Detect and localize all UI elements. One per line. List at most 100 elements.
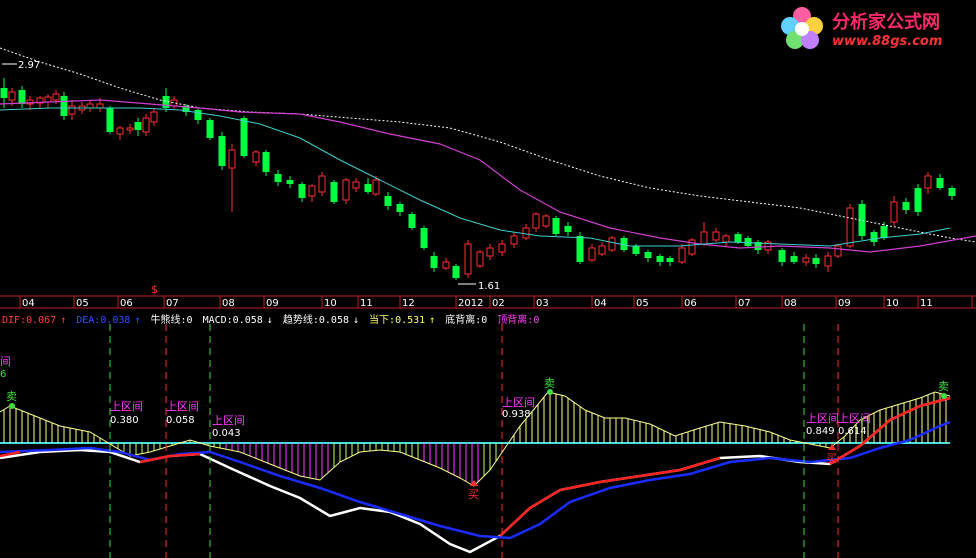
- price-low-label: 1.61: [478, 281, 500, 292]
- candle-body-down: [778, 250, 786, 262]
- sell-dot: [9, 403, 15, 409]
- candle-body-down: [0, 88, 8, 98]
- candle-body-up: [372, 179, 380, 195]
- candle-body-up: [598, 245, 606, 255]
- candle-body-up: [700, 231, 708, 245]
- candle-body-down: [420, 228, 428, 248]
- buy-label: 买: [468, 488, 479, 501]
- sell-label: 卖: [938, 380, 949, 393]
- month-label: 03: [536, 298, 549, 309]
- dea-line: [0, 420, 951, 540]
- candle-body-down: [948, 188, 956, 196]
- candle-body-up: [126, 127, 134, 131]
- candle-body-down: [330, 182, 338, 202]
- month-label: 11: [920, 298, 933, 309]
- candle-body-down: [134, 122, 142, 130]
- candle-body-down: [936, 178, 944, 188]
- legend-bottom-divergence: 底背离:0: [445, 315, 488, 326]
- zone-label: 上区间: [502, 396, 535, 409]
- legend-top-divergence: 顶背离:0: [497, 315, 540, 326]
- zone-label-left: 间: [0, 355, 11, 368]
- legend-bull: 牛熊线:0: [150, 315, 193, 326]
- ma-long-line: [0, 47, 976, 243]
- candle-body-up: [86, 103, 94, 109]
- month-label: 05: [636, 298, 649, 309]
- candle-body-down: [666, 258, 674, 262]
- candle-body-up: [150, 111, 158, 123]
- candle-body-down: [656, 256, 664, 262]
- candle-body-up: [52, 93, 60, 101]
- signal-dollar-mark: $: [151, 283, 158, 296]
- candle-body-down: [106, 108, 114, 132]
- zone-value: 0.380: [110, 415, 139, 426]
- candle-body-up: [44, 96, 52, 103]
- sell-dot: [547, 389, 553, 395]
- candle-body-up: [510, 235, 518, 245]
- candle-body-down: [430, 256, 438, 268]
- candle-body-up: [498, 243, 506, 253]
- month-label: 11: [360, 298, 373, 309]
- sell-dot: [941, 393, 947, 399]
- legend-dif: DIF:0.067: [2, 315, 57, 326]
- candle-body-down: [384, 196, 392, 206]
- buy-label: 买: [826, 452, 837, 465]
- candle-body-down: [408, 214, 416, 228]
- candle-body-down: [218, 136, 226, 166]
- zone-value: 0.058: [166, 415, 195, 426]
- zone-value: 0.938: [502, 409, 531, 420]
- dif-up-segment: [499, 456, 721, 537]
- zone-label: 上区间: [110, 400, 143, 413]
- candle-body-up: [342, 179, 350, 201]
- buy-arrow-icon: [828, 444, 836, 450]
- zone-label: 上区间: [806, 412, 839, 425]
- candle-body-down: [914, 188, 922, 212]
- month-label: 10: [886, 298, 899, 309]
- zone-label: 上区间: [212, 414, 245, 427]
- candle-body-up: [442, 261, 450, 269]
- month-label: 2012: [458, 298, 483, 309]
- candle-body-up: [96, 103, 104, 109]
- candle-body-down: [396, 204, 404, 212]
- candle-body-down: [744, 238, 752, 246]
- month-label: 08: [222, 298, 235, 309]
- candle-body-down: [206, 120, 214, 138]
- logo-url: www.88gs.com: [832, 34, 943, 49]
- zone-value: 0.043: [212, 428, 241, 439]
- candle-body-up: [542, 215, 550, 227]
- candle-body-down: [880, 226, 888, 238]
- candle-body-up: [318, 175, 326, 193]
- candle-body-down: [552, 218, 560, 234]
- candle-body-up: [722, 235, 730, 243]
- macd-panel: [0, 324, 951, 558]
- candle-body-up: [352, 181, 360, 189]
- zone-value: 0.614: [838, 426, 867, 437]
- candle-body-down: [576, 236, 584, 262]
- zone-label: 上区间: [166, 400, 199, 413]
- candle-body-up: [678, 247, 686, 263]
- dif-up-segment: [139, 452, 201, 464]
- month-label: 06: [120, 298, 133, 309]
- candle-body-down: [452, 266, 460, 278]
- signal-marks: 上区间0.380上区间0.058 上区间0.043上区间0.938 上区间0.849…: [0, 355, 949, 501]
- legend-macd: MACD:0.058: [202, 315, 263, 326]
- candle-body-up: [522, 227, 530, 239]
- candle-body-down: [274, 174, 282, 182]
- candle-body-down: [790, 256, 798, 262]
- candle-body-up: [834, 245, 842, 257]
- zone-value: 0.849: [806, 426, 835, 437]
- candle-body-up: [252, 151, 260, 163]
- candle-body-up: [824, 255, 832, 267]
- month-label: 09: [838, 298, 851, 309]
- candle-body-up: [476, 251, 484, 267]
- candle-body-down: [286, 180, 294, 184]
- month-label: 08: [784, 298, 797, 309]
- candle-body-up: [846, 207, 854, 247]
- month-label: 04: [22, 298, 35, 309]
- candle-body-up: [924, 175, 932, 189]
- legend-trend: 趋势线:0.058: [282, 315, 349, 326]
- candle-body-down: [364, 184, 372, 192]
- zone-label: 上区间: [838, 412, 871, 425]
- candle-body-down: [812, 258, 820, 264]
- stock-chart: 2.97 1.61 $ 04 05 06 07 08 09 10 11 12 2012 02 03 04 05…: [0, 47, 976, 558]
- candle-body-down: [298, 184, 306, 198]
